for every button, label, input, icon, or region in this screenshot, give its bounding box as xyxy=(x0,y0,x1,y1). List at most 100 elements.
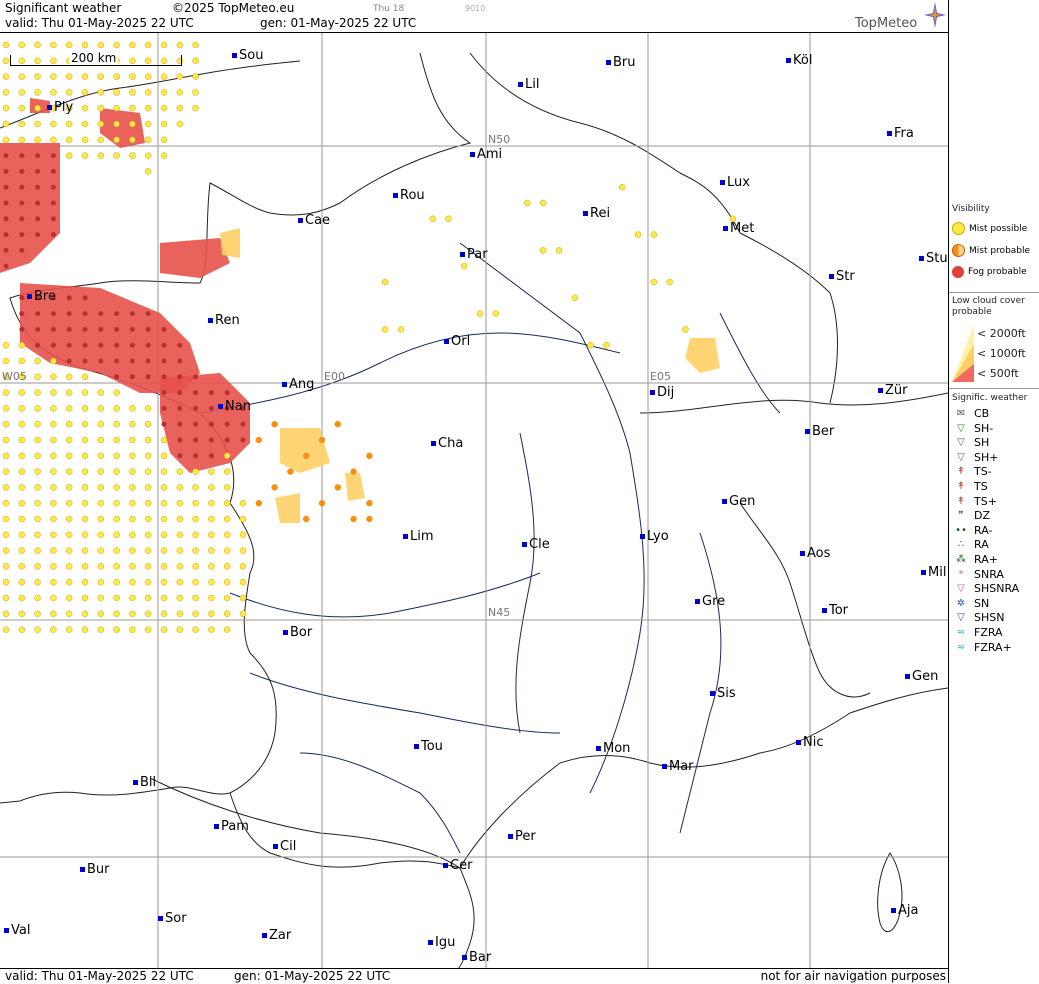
weather-map[interactable]: 200 km N50 N45 W05 E00 E05 Sou Bru Köl Ply L… xyxy=(0,33,948,968)
city-marker-icon xyxy=(283,630,288,635)
city-label[interactable]: Gen xyxy=(905,669,938,684)
city-marker-icon xyxy=(518,82,523,87)
generated-time: gen: 01-May-2025 22 UTC xyxy=(260,16,417,30)
city-label[interactable]: Rei xyxy=(583,206,610,221)
city-marker-icon xyxy=(470,152,475,157)
city-marker-icon xyxy=(460,252,465,257)
city-label[interactable]: Cae xyxy=(298,213,330,228)
city-marker-icon xyxy=(414,744,419,749)
topmeteo-logo[interactable]: TopMeteo xyxy=(855,16,917,31)
city-label[interactable]: Mil xyxy=(921,565,946,580)
grid-label-n50: N50 xyxy=(488,133,511,146)
city-label[interactable]: Per xyxy=(508,829,536,844)
legend-visibility-title: Visibility xyxy=(952,204,990,214)
city-label[interactable]: Dij xyxy=(650,385,674,400)
city-label[interactable]: Köl xyxy=(786,53,812,68)
city-label[interactable]: Aos xyxy=(800,546,830,561)
city-label[interactable]: Gen xyxy=(722,494,755,509)
city-label[interactable]: Igu xyxy=(428,935,455,950)
city-name: Aos xyxy=(807,546,831,561)
mist-probable-icon xyxy=(952,244,965,257)
scale-bar: 200 km xyxy=(10,51,182,66)
city-label[interactable]: Lux xyxy=(720,175,750,190)
city-label[interactable]: Ber xyxy=(805,424,834,439)
city-label[interactable]: Pam xyxy=(214,819,249,834)
city-name: Tou xyxy=(421,739,443,754)
city-label[interactable]: Zar xyxy=(262,928,291,943)
city-label[interactable]: Aja xyxy=(891,903,918,918)
sig-weather-icon: ↟ xyxy=(956,481,966,492)
sig-weather-icon: ⁂ xyxy=(956,554,966,565)
city-label[interactable]: Cil xyxy=(273,839,296,854)
city-label[interactable]: Cer xyxy=(443,858,472,873)
city-label[interactable]: Orl xyxy=(444,334,470,349)
city-name: Par xyxy=(467,247,488,262)
city-label[interactable]: Tor xyxy=(822,603,848,618)
city-label[interactable]: Mar xyxy=(662,759,694,774)
city-marker-icon xyxy=(887,131,892,136)
legend-sig-item: ↟ TS+ xyxy=(952,495,997,508)
city-name: Gen xyxy=(912,669,939,684)
city-label[interactable]: Bru xyxy=(606,55,636,70)
legend-sig-item: ✲ SN xyxy=(952,597,989,610)
city-label[interactable]: Lil xyxy=(518,77,539,92)
legend-low-cloud-title: Low cloud cover probable xyxy=(952,296,1025,317)
city-label[interactable]: Fra xyxy=(887,126,914,141)
city-name: Rei xyxy=(590,206,611,221)
city-label[interactable]: Str xyxy=(829,269,855,284)
city-label[interactable]: Cle xyxy=(522,537,550,552)
city-label[interactable]: Bar xyxy=(462,950,491,965)
city-marker-icon xyxy=(158,916,163,921)
city-name: Bru xyxy=(613,55,636,70)
city-label[interactable]: Sor xyxy=(158,911,187,926)
fog-probable-icon xyxy=(952,266,964,278)
city-label[interactable]: Bil xyxy=(133,775,156,790)
city-marker-icon xyxy=(522,542,527,547)
city-label[interactable]: Stu xyxy=(919,251,948,266)
city-label[interactable]: Cha xyxy=(431,436,463,451)
city-label[interactable]: Par xyxy=(460,247,488,262)
city-label[interactable]: Ang xyxy=(282,377,314,392)
city-name: Dij xyxy=(657,385,675,400)
sig-weather-icon: ▽ xyxy=(957,451,965,463)
city-name: Gre xyxy=(702,594,726,609)
city-label[interactable]: Ply xyxy=(47,100,73,115)
sig-weather-icon: ↟ xyxy=(956,466,966,478)
legend-sig-item: ⁂ RA+ xyxy=(952,553,998,566)
city-label[interactable]: Val xyxy=(4,923,30,938)
city-label[interactable]: Met xyxy=(723,221,754,236)
city-marker-icon xyxy=(722,499,727,504)
legend-sig-label: TS+ xyxy=(974,494,997,508)
city-name: Str xyxy=(836,269,855,284)
legend-sig-label: TS- xyxy=(974,465,992,479)
city-label[interactable]: Nan xyxy=(218,399,251,414)
city-label[interactable]: Ami xyxy=(470,147,502,162)
city-marker-icon xyxy=(919,256,924,261)
city-label[interactable]: Mon xyxy=(596,741,630,756)
city-label[interactable]: Rou xyxy=(393,188,425,203)
city-label[interactable]: Bre xyxy=(27,289,56,304)
city-label[interactable]: Lyo xyxy=(640,529,669,544)
city-label[interactable]: Ren xyxy=(208,313,240,328)
legend-signif-title: Signific. weather xyxy=(952,393,1028,403)
sig-weather-icon: ✲ xyxy=(956,597,966,609)
city-name: Nic xyxy=(803,735,824,750)
city-label[interactable]: Gre xyxy=(695,594,725,609)
city-label[interactable]: Sou xyxy=(232,48,263,63)
city-marker-icon xyxy=(208,318,213,323)
city-label[interactable]: Sis xyxy=(710,686,736,701)
city-label[interactable]: Nic xyxy=(796,735,823,750)
city-label[interactable]: Bur xyxy=(80,862,110,877)
city-name: Orl xyxy=(451,334,471,349)
city-label[interactable]: Zür xyxy=(878,383,908,398)
city-marker-icon xyxy=(443,863,448,868)
legend-cloud-2000: < 2000ft xyxy=(977,327,1026,340)
city-name: Bar xyxy=(469,950,492,965)
grid-label-n45: N45 xyxy=(488,606,511,619)
footer-disclaimer: not for air navigation purposes xyxy=(760,969,946,983)
scale-label: 200 km xyxy=(69,51,119,65)
city-label[interactable]: Bor xyxy=(283,625,312,640)
city-label[interactable]: Lim xyxy=(403,529,434,544)
city-label[interactable]: Tou xyxy=(414,739,443,754)
legend-sig-item: •• RA- xyxy=(952,524,992,537)
